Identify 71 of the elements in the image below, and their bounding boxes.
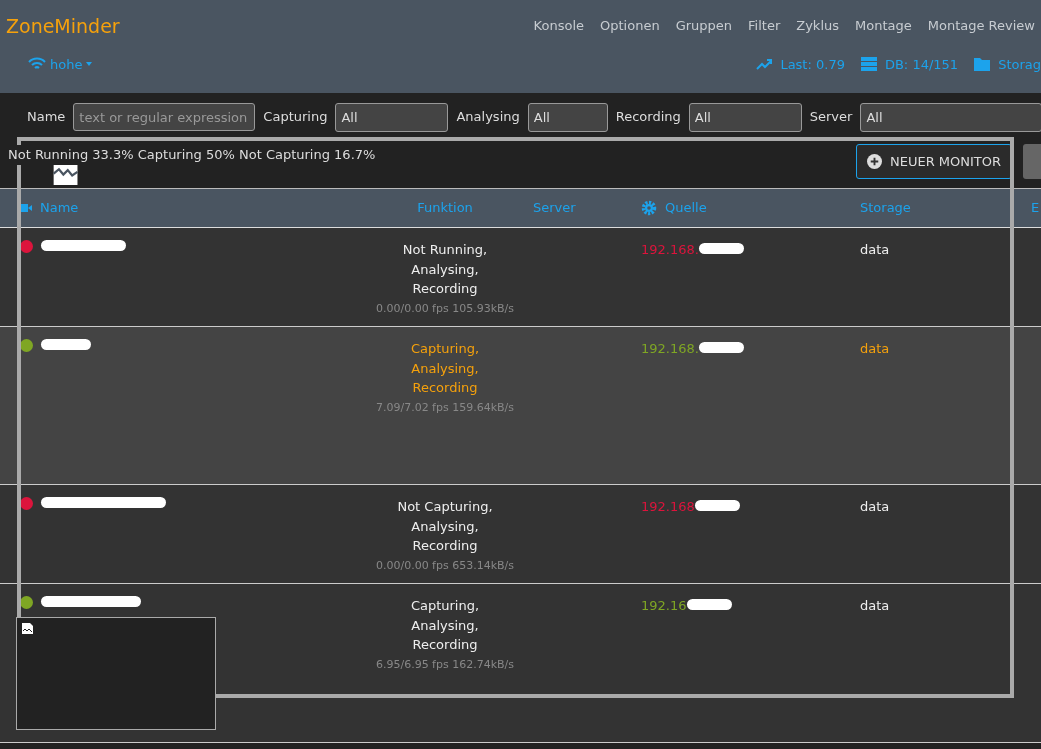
column-header[interactable]: E: [1031, 198, 1040, 218]
nav-link[interactable]: Optionen: [600, 16, 660, 36]
plus-icon: [867, 154, 882, 169]
source-address: 192.168.: [641, 340, 699, 358]
fps-text: 0.00/0.00 fps 105.93kB/s: [375, 300, 515, 317]
column-header[interactable]: Funktion: [417, 198, 473, 218]
filter-field[interactable]: All: [688, 102, 802, 132]
filter-label: Server: [809, 108, 853, 127]
settings-icon[interactable]: [641, 200, 657, 216]
redaction-mark: [698, 342, 744, 353]
storage-text: data: [860, 341, 890, 356]
server-icon: [860, 57, 877, 72]
redaction-mark: [698, 243, 744, 254]
table-row[interactable]: Not Capturing, Analysing, Recording 0.00/0.00 fps 653.14kB/s 192.168 data: [0, 485, 1041, 584]
add-monitor-button[interactable]: NEUER MONITOR: [856, 144, 1013, 179]
source-address: 192.168.: [641, 241, 699, 259]
filter-field[interactable]: text or regular expression: [73, 103, 256, 131]
caret-icon: [86, 62, 93, 67]
brand-logo[interactable]: ZoneMinder: [6, 0, 120, 41]
trend-icon: [756, 58, 773, 71]
source-address: 192.168: [641, 498, 695, 516]
filter-field[interactable]: All: [860, 102, 1041, 132]
nav-link[interactable]: Montage: [855, 16, 912, 36]
fps-text: 6.95/6.95 fps 162.74kB/s: [375, 656, 515, 673]
column-header[interactable]: Storage: [860, 198, 911, 218]
storage-text: data: [860, 499, 890, 514]
function-text: Recording: [412, 280, 478, 298]
function-text: Analysing,: [411, 260, 479, 279]
column-header[interactable]: Server: [533, 198, 576, 218]
function-text: Analysing,: [411, 517, 479, 536]
filter-label: Name: [27, 108, 66, 127]
function-text: Analysing,: [411, 359, 479, 378]
function-text: Recording: [412, 537, 478, 555]
nav-link[interactable]: Filter: [748, 16, 781, 36]
camera-icon: [20, 203, 32, 213]
nav-link[interactable]: Montage Review: [927, 16, 1035, 36]
filter-label: Analysing: [456, 108, 520, 127]
redaction-mark: [694, 500, 740, 511]
status-summary: Not Running 33.3% Capturing 50% Not Capturing 16.7%: [8, 145, 376, 165]
stat-link[interactable]: DB: 14/151: [884, 54, 959, 74]
redaction-mark: [686, 599, 732, 610]
storage-text: data: [860, 598, 890, 613]
group-dropdown[interactable]: hohe: [28, 54, 93, 74]
filter-field[interactable]: All: [527, 102, 608, 132]
nav-link[interactable]: Gruppen: [675, 16, 733, 36]
broken-image-icon: [21, 622, 34, 635]
nav-link[interactable]: Zyklus: [796, 16, 839, 36]
column-header[interactable]: Quelle: [665, 198, 707, 218]
nav-link[interactable]: Konsole: [533, 16, 584, 36]
function-text: Capturing,: [410, 597, 480, 615]
function-text: Recording: [412, 379, 478, 397]
redaction-mark: [41, 339, 91, 350]
function-text: Capturing,: [410, 340, 480, 358]
table-row[interactable]: Capturing, Analysing, Recording 7.09/7.02 fps 159.64kB/s 192.168. data: [0, 327, 1041, 485]
stat-link[interactable]: Storag: [998, 54, 1041, 74]
function-text: Analysing,: [411, 616, 479, 635]
fps-text: 7.09/7.02 fps 159.64kB/s: [375, 399, 515, 416]
function-text: Not Capturing,: [397, 498, 493, 516]
function-text: Not Running,: [402, 241, 488, 259]
filter-label: Capturing: [263, 108, 328, 127]
stat-link[interactable]: Last: 0.79: [780, 54, 845, 74]
source-address: 192.16: [641, 597, 687, 615]
table-row[interactable]: Not Running, Analysing, Recording 0.00/0.00 fps 105.93kB/s 192.168. data: [0, 228, 1041, 327]
storage-text: data: [860, 242, 890, 257]
filter-field[interactable]: All: [335, 102, 449, 132]
function-text: Recording: [412, 636, 478, 654]
wifi-icon: [28, 57, 46, 72]
folder-icon: [974, 57, 991, 72]
column-header[interactable]: Name: [40, 198, 79, 218]
fps-text: 0.00/0.00 fps 653.14kB/s: [375, 557, 515, 574]
filter-label: Recording: [615, 108, 681, 127]
